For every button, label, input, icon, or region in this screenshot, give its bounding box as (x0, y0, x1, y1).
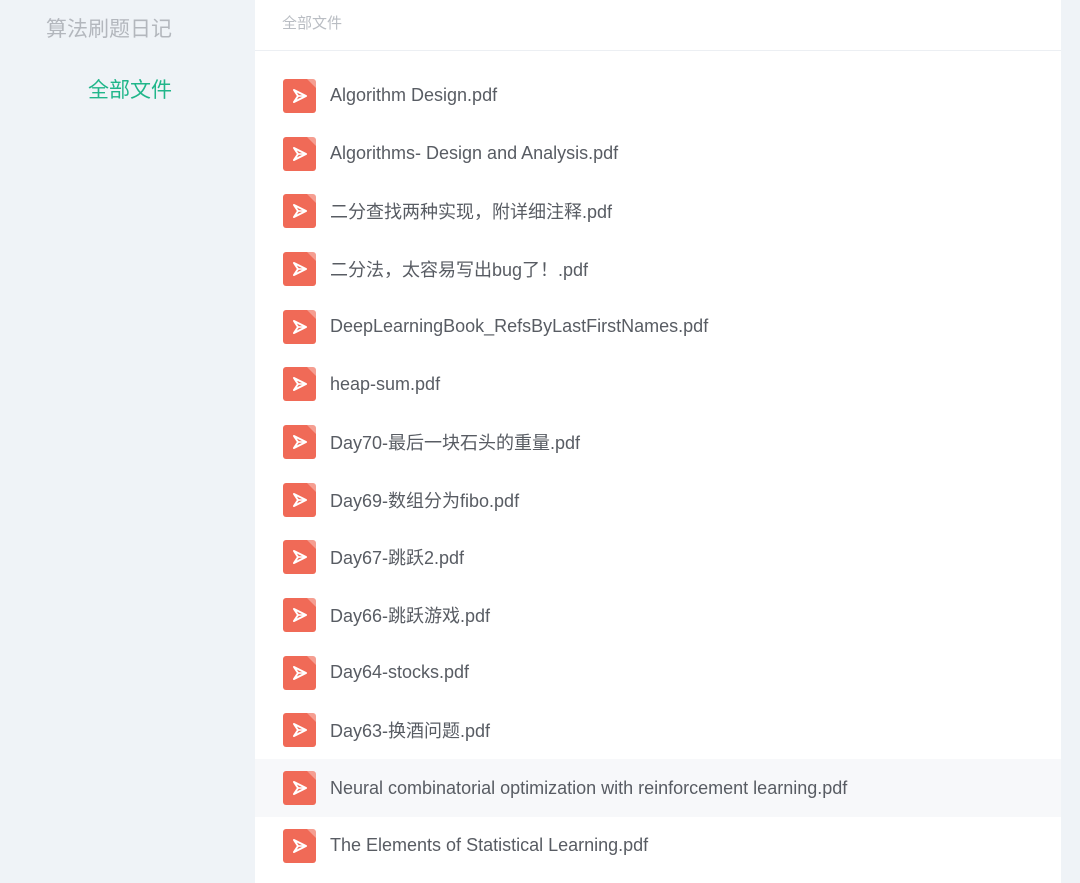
file-list-item[interactable]: Neural combinatorial optimization with r… (255, 759, 1061, 817)
pdf-icon (283, 655, 316, 690)
file-list-item[interactable]: Day63-换酒问题.pdf (255, 702, 1061, 760)
sidebar: 算法刷题日记 全部文件 (0, 0, 255, 883)
file-list-item[interactable]: Day64-stocks.pdf (255, 644, 1061, 702)
pdf-icon (283, 194, 316, 229)
pdf-icon (283, 598, 316, 633)
file-name: Day69-数组分为fibo.pdf (330, 490, 520, 511)
main-panel: 全部文件 Algorithm Design.pdf Algorithms- De… (255, 0, 1061, 883)
pdf-icon (283, 136, 316, 171)
file-name: Neural combinatorial optimization with r… (330, 777, 848, 798)
sidebar-item-all-files[interactable]: 全部文件 (88, 74, 172, 104)
file-name: Day64-stocks.pdf (330, 662, 470, 683)
breadcrumb[interactable]: 全部文件 (282, 12, 342, 33)
file-list-item[interactable]: 二分查找两种实现，附详细注释.pdf (255, 182, 1061, 240)
file-name: The Elements of Statistical Learning.pdf (330, 835, 649, 856)
app-window: 算法刷题日记 全部文件 全部文件 Algorithm Design.pdf Al… (0, 0, 1080, 883)
file-list-item[interactable]: Day70-最后一块石头的重量.pdf (255, 413, 1061, 471)
pdf-icon (283, 309, 316, 344)
file-list-item[interactable]: Day67-跳跃2.pdf (255, 529, 1061, 587)
file-list-item[interactable]: Algorithm Design.pdf (255, 67, 1061, 125)
sidebar-title: 算法刷题日记 (46, 17, 172, 41)
file-name: Day67-跳跃2.pdf (330, 548, 465, 569)
file-name: Algorithm Design.pdf (330, 85, 498, 106)
file-list-item[interactable]: The Elements of Statistical Learning.pdf (255, 817, 1061, 875)
file-name: Day63-换酒问题.pdf (330, 721, 491, 742)
file-name: heap-sum.pdf (330, 373, 441, 394)
file-name: 二分查找两种实现，附详细注释.pdf (330, 202, 613, 223)
pdf-icon (283, 771, 316, 806)
file-list-item[interactable]: Algorithms- Design and Analysis.pdf (255, 125, 1061, 183)
file-name: Algorithms- Design and Analysis.pdf (330, 143, 619, 164)
pdf-icon (283, 424, 316, 459)
file-name: Day70-最后一块石头的重量.pdf (330, 432, 581, 453)
file-list: Algorithm Design.pdf Algorithms- Design … (255, 67, 1061, 875)
pdf-icon (283, 78, 316, 113)
file-list-item[interactable]: heap-sum.pdf (255, 355, 1061, 413)
pdf-icon (283, 482, 316, 517)
file-name: Day66-跳跃游戏.pdf (330, 606, 491, 627)
breadcrumb-divider (255, 50, 1061, 51)
file-list-item[interactable]: 二分法，太容易写出bug了！.pdf (255, 240, 1061, 298)
pdf-icon (283, 828, 316, 863)
page-margin (1061, 0, 1080, 883)
file-list-item[interactable]: Day66-跳跃游戏.pdf (255, 586, 1061, 644)
file-list-item[interactable]: Day69-数组分为fibo.pdf (255, 471, 1061, 529)
pdf-icon (283, 713, 316, 748)
file-name: 二分法，太容易写出bug了！.pdf (330, 259, 589, 280)
pdf-icon (283, 251, 316, 286)
file-list-item[interactable]: DeepLearningBook_RefsByLastFirstNames.pd… (255, 298, 1061, 356)
file-name: DeepLearningBook_RefsByLastFirstNames.pd… (330, 316, 709, 337)
pdf-icon (283, 367, 316, 402)
pdf-icon (283, 540, 316, 575)
